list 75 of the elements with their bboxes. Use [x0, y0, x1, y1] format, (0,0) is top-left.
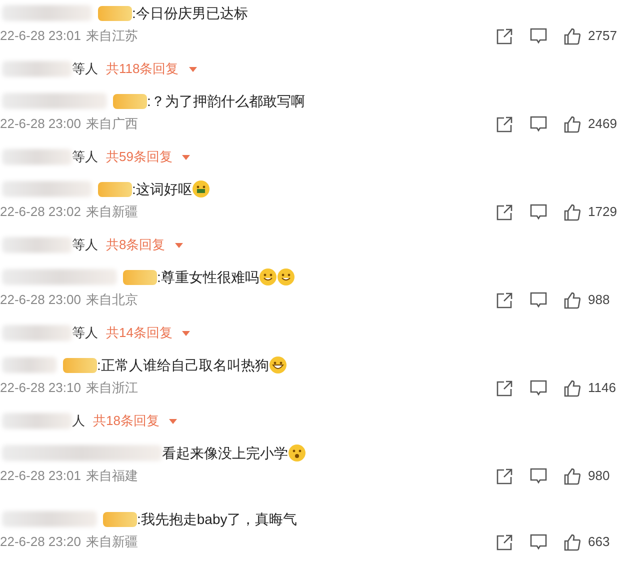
comment-date: 22-6-28 23:00: [0, 115, 81, 134]
blurred-username: [2, 61, 72, 77]
caret-down-icon[interactable]: [182, 154, 190, 160]
thumbs-up-icon[interactable]: [564, 380, 581, 396]
emoji-icon: [276, 268, 295, 286]
blurred-username: [2, 325, 72, 341]
thumbs-up-icon[interactable]: [564, 534, 581, 550]
share-icon[interactable]: [496, 204, 513, 220]
comment-text: :这词好呕: [132, 180, 192, 198]
thumbs-up-icon[interactable]: [564, 116, 581, 132]
blurred-username: [2, 149, 72, 165]
emoji-icon: [192, 180, 210, 198]
like-count: 980: [588, 467, 611, 486]
reply-users-text: 等人: [72, 324, 98, 342]
comment-location: 来自江苏: [86, 27, 138, 46]
comment-icon[interactable]: [530, 468, 547, 484]
like-count: 2757: [588, 27, 618, 46]
comment-date: 22-6-28 23:10: [0, 379, 81, 398]
share-icon[interactable]: [496, 534, 513, 550]
reply-users-text: 人: [72, 412, 85, 430]
comment-icon[interactable]: [530, 204, 547, 220]
comment-text: :？为了押韵什么都敢写啊: [147, 92, 305, 110]
blurred-username: [2, 357, 57, 373]
like-count: 2469: [588, 115, 618, 134]
share-icon[interactable]: [496, 468, 513, 484]
comment-date: 22-6-28 23:01: [0, 467, 81, 486]
comment-location: 来自北京: [86, 291, 138, 310]
share-icon[interactable]: [496, 292, 513, 308]
like-count: 988: [588, 291, 611, 310]
caret-down-icon[interactable]: [188, 66, 197, 72]
caret-down-icon[interactable]: [169, 418, 178, 424]
replies-link[interactable]: 共118条回复: [106, 59, 179, 79]
comment-text: :尊重女性很难吗: [157, 268, 259, 286]
like-count: 1729: [588, 203, 618, 222]
replies-link[interactable]: 共18条回复: [93, 411, 160, 431]
comment-date: 22-6-28 23:02: [0, 203, 81, 222]
blurred-username: [2, 413, 72, 429]
like-count: 663: [588, 533, 611, 552]
comment-date: 22-6-28 23:01: [0, 27, 81, 46]
comment-icon[interactable]: [530, 116, 547, 132]
comment-date: 22-6-28 23:20: [0, 533, 81, 552]
comment-location: 来自浙江: [86, 379, 138, 398]
comment-text: 看起来像没上完小学: [162, 444, 288, 462]
emoji-icon: [288, 444, 306, 462]
replies-link[interactable]: 共14条回复: [106, 323, 172, 343]
thumbs-up-icon[interactable]: [564, 468, 581, 484]
comment-location: 来自新疆: [86, 533, 138, 552]
emoji-icon: [268, 356, 287, 374]
reply-users-text: 等人: [72, 148, 98, 166]
replies-link[interactable]: 共8条回复: [106, 235, 166, 255]
like-count: 1146: [588, 379, 617, 398]
thumbs-up-icon[interactable]: [564, 204, 581, 220]
comment-text: :今日份庆男已达标: [132, 4, 248, 22]
share-icon[interactable]: [496, 116, 513, 132]
comment-text: :我先抱走baby了，真晦气: [137, 510, 298, 529]
share-icon[interactable]: [496, 28, 513, 44]
blurred-username: [2, 237, 72, 253]
comment-icon[interactable]: [530, 28, 547, 44]
caret-down-icon[interactable]: [182, 330, 190, 336]
comment-location: 来自福建: [86, 467, 138, 486]
reply-users-text: 等人: [72, 60, 98, 78]
comment-location: 来自广西: [86, 115, 138, 134]
thumbs-up-icon[interactable]: [564, 292, 581, 308]
comment-text: :正常人谁给自己取名叫热狗: [97, 356, 269, 374]
replies-link[interactable]: 共59条回复: [106, 147, 172, 167]
comment-location: 来自新疆: [86, 203, 138, 222]
caret-down-icon[interactable]: [175, 242, 184, 248]
comment-icon[interactable]: [530, 534, 547, 550]
reply-users-text: 等人: [72, 236, 98, 254]
emoji-icon: [258, 268, 277, 286]
thumbs-up-icon[interactable]: [564, 28, 581, 44]
comment-icon[interactable]: [530, 292, 547, 308]
comment-date: 22-6-28 23:00: [0, 291, 81, 310]
comment-icon[interactable]: [530, 380, 547, 396]
share-icon[interactable]: [496, 380, 513, 396]
